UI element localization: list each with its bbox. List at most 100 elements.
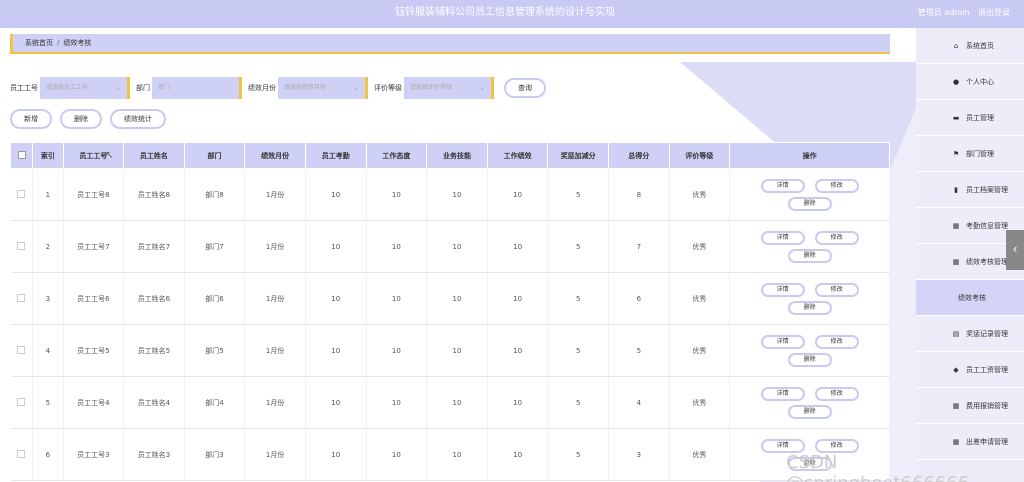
table-cell: 10 (366, 428, 428, 481)
row-checkbox[interactable] (10, 428, 34, 481)
sidebar-item[interactable]: ● 个人中心 (916, 64, 1024, 100)
table-cell: 8 (608, 168, 670, 221)
sidebar-item[interactable]: ▬ 员工管理 (916, 100, 1024, 136)
home-icon: ⌂ (953, 41, 959, 50)
collapse-handle[interactable]: ‹ (1006, 230, 1024, 270)
table-row: 5 员工工号4 员工姓名4 部门4 1月份 10 10 10 10 5 4 优秀 详情 修改 删除 (10, 376, 890, 429)
detail-button[interactable]: 详情 (760, 386, 805, 401)
col-header: 员工姓名 (123, 142, 185, 169)
detail-button[interactable]: 详情 (760, 178, 805, 193)
delete-button[interactable]: 删除 (787, 300, 832, 315)
row-checkbox[interactable] (10, 376, 34, 429)
table-cell: 10 (426, 324, 488, 377)
sidebar-item-label: 考勤信息管理 (966, 221, 1008, 230)
row-actions: 详情 修改删除 (729, 272, 890, 325)
table-cell: 优秀 (669, 324, 731, 377)
delete-button[interactable]: 删除 (787, 196, 832, 211)
month-select[interactable]: 请选择绩效月份 ⌄ (278, 77, 368, 99)
table-row: 1 员工工号8 员工姓名8 部门8 1月份 10 10 10 10 5 8 优秀 详情 修改 删除 (10, 168, 890, 221)
user-label: 管理员 admin (917, 8, 970, 17)
bar-chart-icon: ▮ (954, 185, 958, 194)
table-cell: 3 (608, 428, 670, 481)
sidebar-item-label: 绩效考核管理 (966, 257, 1008, 266)
clipboard-icon: ▤ (952, 329, 960, 338)
row-checkbox[interactable] (10, 220, 34, 273)
col-header: 业务技能 (426, 142, 488, 169)
table-body: 1 员工工号8 员工姓名8 部门8 1月份 10 10 10 10 5 8 优秀 详情 修改 删除 2 员工工号… (10, 168, 890, 481)
edit-button[interactable]: 修改 (814, 282, 859, 297)
delete-button[interactable]: 删除 (787, 404, 832, 419)
grade-label: 评价等级 (374, 84, 402, 92)
query-button[interactable]: 查询 (504, 78, 546, 98)
detail-button[interactable]: 详情 (760, 282, 805, 297)
table-cell: 10 (366, 324, 428, 377)
table-cell: 优秀 (669, 168, 731, 221)
main-content: 系统首页 / 绩效考核 员工工号 请选择员工工号 ⌄ 部门 部门 绩效月份 请选择绩… (0, 28, 916, 482)
user-icon: ● (952, 77, 960, 86)
col-header: 绩效月份 (244, 142, 306, 169)
table-cell: 员工姓名6 (123, 272, 185, 325)
grid-icon: ▦ (952, 221, 960, 230)
grid-icon: ▦ (952, 401, 960, 410)
edit-button[interactable]: 修改 (814, 438, 859, 453)
sidebar-item[interactable]: ▤ 奖惩记录管理 (916, 316, 1024, 352)
table-cell: 员工工号6 (63, 272, 125, 325)
table-cell: 员工姓名8 (123, 168, 185, 221)
sidebar-item[interactable]: 绩效考核 (916, 280, 1024, 316)
employee-no-label: 员工工号 (10, 84, 38, 92)
edit-button[interactable]: 修改 (814, 334, 859, 349)
flag-icon: ⚑ (952, 149, 960, 158)
breadcrumb-current: 绩效考核 (63, 39, 92, 47)
row-checkbox[interactable] (10, 324, 34, 377)
sidebar-item[interactable]: ▦ 费用报销管理 (916, 388, 1024, 424)
table-row: 3 员工工号6 员工姓名6 部门6 1月份 10 10 10 10 5 6 优秀 详情 修改 删除 (10, 272, 890, 325)
row-checkbox[interactable] (10, 272, 34, 325)
department-input[interactable]: 部门 (152, 77, 242, 99)
table-cell: 10 (487, 220, 549, 273)
col-header: 索引 (32, 142, 64, 169)
col-header: 操作 (729, 142, 890, 169)
table-cell: 1月份 (244, 220, 306, 273)
table-cell: 1月份 (244, 376, 306, 429)
table-cell: 优秀 (669, 376, 731, 429)
breadcrumb-home[interactable]: 系统首页 (25, 39, 53, 47)
table-cell: 员工姓名4 (123, 376, 185, 429)
table-row: 2 员工工号7 员工姓名7 部门7 1月份 10 10 10 10 5 7 优秀 详情 修改 删除 (10, 220, 890, 273)
sidebar-item[interactable]: ◆ 员工工资管理 (916, 352, 1024, 388)
performance-table: 索引 员工工号 员工姓名 部门 绩效月份 员工考勤 工作态度 业务技能 工作绩效… (9, 142, 890, 481)
table-cell: 员工姓名5 (123, 324, 185, 377)
detail-button[interactable]: 详情 (760, 334, 805, 349)
table-cell: 1月份 (244, 272, 306, 325)
sidebar-item[interactable]: ⌂ 系统首页 (916, 28, 1024, 64)
sidebar-item[interactable]: ▮ 员工档案管理 (916, 172, 1024, 208)
stats-button[interactable]: 绩效统计 (110, 109, 166, 129)
table-row: 6 员工工号3 员工姓名3 部门3 1月份 10 10 10 10 5 3 优秀 详情 修改 删除 (10, 428, 890, 481)
row-actions: 详情 修改删除 (729, 220, 890, 273)
table-cell: 10 (426, 272, 488, 325)
grade-placeholder: 请选择评价等级 (410, 84, 453, 91)
grade-select[interactable]: 请选择评价等级 ⌄ (404, 77, 494, 99)
add-button[interactable]: 新增 (10, 109, 52, 129)
row-checkbox[interactable] (10, 168, 34, 221)
delete-button[interactable]: 删除 (787, 352, 832, 367)
edit-button[interactable]: 修改 (814, 386, 859, 401)
table-cell: 员工工号3 (63, 428, 125, 481)
batch-delete-button[interactable]: 删除 (60, 109, 102, 129)
edit-button[interactable]: 修改 (814, 178, 859, 193)
table-cell: 10 (487, 376, 549, 429)
detail-button[interactable]: 详情 (760, 230, 805, 245)
logout-link[interactable]: 退出登录 (978, 8, 1010, 17)
table-cell: 部门8 (184, 168, 246, 221)
sidebar-item[interactable]: ⚑ 部门管理 (916, 136, 1024, 172)
delete-button[interactable]: 删除 (787, 248, 832, 263)
month-placeholder: 请选择绩效月份 (284, 84, 327, 91)
col-header: 员工工号 (62, 142, 125, 169)
employee-no-select[interactable]: 请选择员工工号 ⌄ (40, 77, 130, 99)
sidebar-item-label: 出差申请管理 (966, 437, 1008, 446)
table-cell: 10 (487, 168, 549, 221)
col-header: 总得分 (608, 142, 670, 169)
detail-button[interactable]: 详情 (760, 438, 805, 453)
select-all-checkbox[interactable] (9, 142, 34, 169)
sidebar-item-label: 员工档案管理 (966, 185, 1008, 194)
edit-button[interactable]: 修改 (814, 230, 859, 245)
